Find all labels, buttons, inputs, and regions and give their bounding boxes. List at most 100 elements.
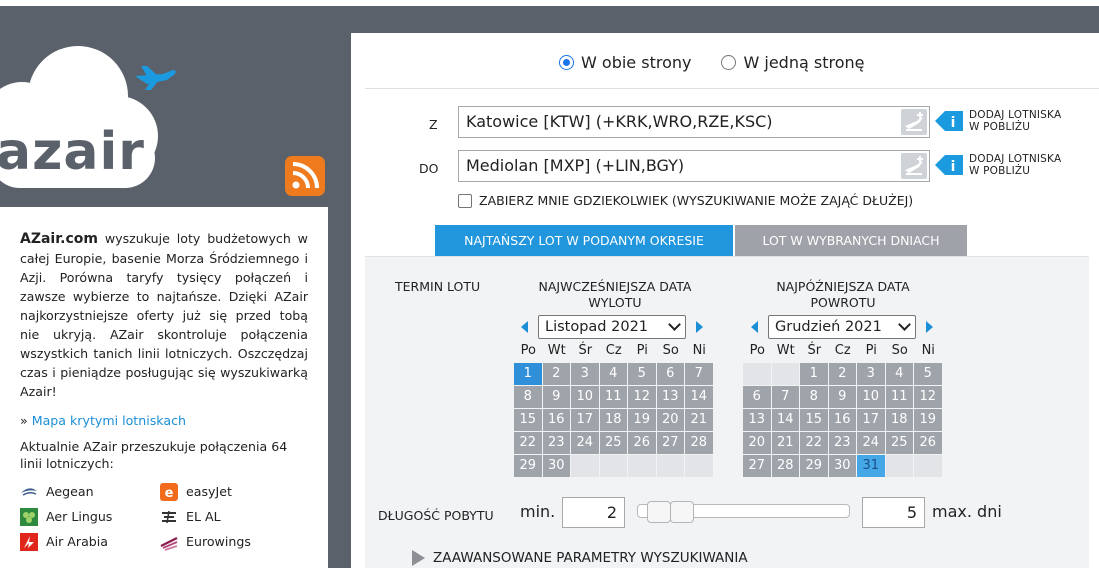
airline-item-aegean[interactable]: Aegean <box>20 482 160 501</box>
day-cell[interactable]: 12 <box>628 386 656 408</box>
day-cell[interactable]: 29 <box>800 455 828 477</box>
return-month-select[interactable]: Grudzień 2021 <box>768 315 916 339</box>
day-cell[interactable]: 26 <box>914 432 942 454</box>
day-cell[interactable]: 2 <box>828 363 856 385</box>
day-cell[interactable]: 9 <box>828 386 856 408</box>
to-airport-input[interactable]: Mediolan [MXP] (+LIN,BGY) <box>458 150 930 182</box>
airline-item-aer-lingus[interactable]: Aer Lingus <box>20 507 160 526</box>
day-cell[interactable]: 20 <box>656 409 684 431</box>
from-airport-input[interactable]: Katowice [KTW] (+KRK,WRO,RZE,KSC) <box>458 106 930 138</box>
anywhere-option[interactable]: ZABIERZ MNIE GDZIEKOLWIEK (WYSZUKIWANIE … <box>458 193 913 208</box>
day-cell[interactable]: 22 <box>800 432 828 454</box>
prev-month-arrow-icon[interactable] <box>521 321 528 333</box>
day-cell[interactable]: 28 <box>771 455 799 477</box>
tab-cheapest-in-period[interactable]: NAJTAŃSZY LOT W PODANYM OKRESIE <box>435 225 733 263</box>
stay-slider-min-handle[interactable] <box>647 501 671 523</box>
day-cell[interactable]: 9 <box>542 386 570 408</box>
day-cell[interactable]: 6 <box>656 363 684 385</box>
day-cell[interactable]: 16 <box>542 409 570 431</box>
day-cell[interactable]: 1 <box>514 363 542 385</box>
day-cell[interactable]: 2 <box>542 363 570 385</box>
day-cell[interactable]: 10 <box>857 386 885 408</box>
to-nearby-button[interactable]: i DODAJ LOTNISKA W POBLIŻU <box>935 152 1061 178</box>
advanced-params-toggle[interactable]: ZAAWANSOWANE PARAMETRY WYSZUKIWANIA <box>412 550 748 566</box>
day-cell[interactable]: 11 <box>599 386 627 408</box>
stay-max-input[interactable]: 5 <box>862 497 925 528</box>
next-month-arrow-icon[interactable] <box>926 321 933 333</box>
day-cell[interactable]: 7 <box>771 386 799 408</box>
day-cell[interactable]: 31 <box>857 455 885 477</box>
day-cell[interactable]: 11 <box>885 386 913 408</box>
day-cell[interactable]: 23 <box>542 432 570 454</box>
day-cell[interactable]: 21 <box>771 432 799 454</box>
day-cell[interactable]: 24 <box>857 432 885 454</box>
airline-item-eurowings[interactable]: Eurowings <box>160 532 300 551</box>
day-cell[interactable]: 3 <box>571 363 599 385</box>
day-cell[interactable]: 15 <box>514 409 542 431</box>
day-cell[interactable]: 25 <box>599 432 627 454</box>
prev-month-arrow-icon[interactable] <box>751 321 758 333</box>
departure-month-select[interactable]: Listopad 2021 <box>538 315 686 339</box>
day-cell[interactable]: 25 <box>885 432 913 454</box>
stay-min-input[interactable]: 2 <box>562 497 625 528</box>
logo-text[interactable]: azair <box>0 126 145 178</box>
stay-slider-max-handle[interactable] <box>670 501 694 523</box>
day-cell[interactable]: 19 <box>628 409 656 431</box>
day-cell[interactable]: 5 <box>914 363 942 385</box>
nearby-line1: DODAJ LOTNISKA <box>969 153 1062 165</box>
tab-selected-days[interactable]: LOT W WYBRANYCH DNIACH <box>735 225 967 256</box>
day-cell[interactable]: 7 <box>685 363 713 385</box>
radio-oneway[interactable] <box>721 55 737 70</box>
day-cell[interactable]: 13 <box>656 386 684 408</box>
day-cell[interactable]: 6 <box>743 386 771 408</box>
day-cell[interactable]: 4 <box>599 363 627 385</box>
map-link[interactable]: Mapa krytymi lotniskach <box>32 413 186 428</box>
next-month-arrow-icon[interactable] <box>696 321 703 333</box>
info-icon: i <box>935 108 963 134</box>
day-cell[interactable]: 17 <box>571 409 599 431</box>
day-cell[interactable]: 30 <box>542 455 570 477</box>
day-cell[interactable]: 22 <box>514 432 542 454</box>
day-cell[interactable]: 1 <box>800 363 828 385</box>
day-cell[interactable]: 30 <box>828 455 856 477</box>
from-nearby-button[interactable]: i DODAJ LOTNISKA W POBLIŻU <box>935 108 1061 134</box>
return-title-line1: NAJPÓŹNIEJSZA DATA <box>776 279 910 294</box>
day-cell[interactable]: 5 <box>628 363 656 385</box>
anywhere-checkbox[interactable] <box>458 193 472 208</box>
day-cell[interactable]: 14 <box>685 386 713 408</box>
radio-return[interactable] <box>559 55 574 70</box>
airline-item-air-arabia[interactable]: Air Arabia <box>20 532 160 551</box>
day-cell[interactable]: 24 <box>571 432 599 454</box>
day-cell[interactable]: 4 <box>885 363 913 385</box>
day-cell[interactable]: 15 <box>800 409 828 431</box>
day-cell[interactable]: 23 <box>828 432 856 454</box>
day-cell[interactable]: 18 <box>599 409 627 431</box>
day-cell[interactable]: 27 <box>743 455 771 477</box>
day-cell[interactable]: 12 <box>914 386 942 408</box>
day-cell[interactable]: 20 <box>743 432 771 454</box>
trip-type-return[interactable]: W obie strony <box>559 53 691 72</box>
day-cell[interactable]: 26 <box>628 432 656 454</box>
day-cell[interactable]: 8 <box>514 386 542 408</box>
day-cell[interactable]: 17 <box>857 409 885 431</box>
day-cell[interactable]: 8 <box>800 386 828 408</box>
day-cell[interactable]: 16 <box>828 409 856 431</box>
day-cell[interactable]: 3 <box>857 363 885 385</box>
day-cell[interactable]: 19 <box>914 409 942 431</box>
day-cell[interactable]: 14 <box>771 409 799 431</box>
map-link-row: » Mapa krytymi lotniskach <box>20 411 308 430</box>
from-add-airport-button[interactable] <box>901 109 927 135</box>
day-cell[interactable]: 18 <box>885 409 913 431</box>
day-cell[interactable]: 29 <box>514 455 542 477</box>
day-cell[interactable]: 13 <box>743 409 771 431</box>
airline-item-easyjet[interactable]: e easyJet <box>160 482 300 501</box>
stay-length-label: DŁUGOŚĆ POBYTU <box>378 508 494 523</box>
trip-type-oneway[interactable]: W jedną stronę <box>721 53 864 72</box>
day-cell[interactable]: 21 <box>685 409 713 431</box>
day-cell[interactable]: 27 <box>656 432 684 454</box>
day-cell[interactable]: 10 <box>571 386 599 408</box>
airline-item-el-al[interactable]: EL AL <box>160 507 300 526</box>
to-add-airport-button[interactable] <box>901 153 927 179</box>
day-cell[interactable]: 28 <box>685 432 713 454</box>
rss-button[interactable] <box>285 156 325 196</box>
